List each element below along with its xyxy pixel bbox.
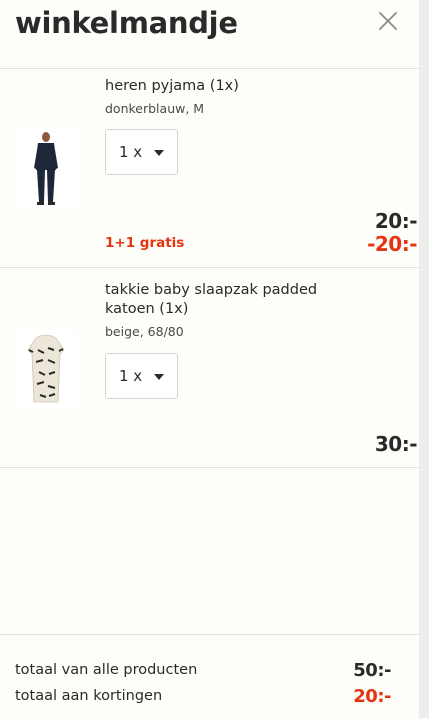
item-name[interactable]: takkie baby slaapzak padded katoen (1x) bbox=[105, 281, 355, 319]
discounts-total-value: 20:- bbox=[353, 686, 391, 707]
quantity-value: 1 x bbox=[119, 367, 143, 385]
discounts-total-label: totaal aan kortingen bbox=[15, 688, 163, 704]
item-price: 30:- bbox=[374, 432, 418, 456]
item-variant: beige, 68/80 bbox=[105, 324, 184, 339]
item-variant: donkerblauw, M bbox=[105, 101, 205, 116]
chevron-down-icon bbox=[154, 374, 164, 380]
products-total-label: totaal van alle producten bbox=[15, 662, 198, 678]
cart-item: heren pyjama (1x) donkerblauw, M 1 x 20:… bbox=[0, 68, 419, 268]
pyjama-image[interactable] bbox=[14, 128, 78, 208]
item-price: 20:- bbox=[374, 209, 418, 233]
sleeping-bag-image[interactable] bbox=[14, 330, 78, 410]
quantity-select[interactable]: 1 x bbox=[105, 353, 178, 399]
cart-title: winkelmandje bbox=[15, 6, 238, 40]
close-icon[interactable] bbox=[375, 8, 401, 34]
cart-panel: winkelmandje heren pyjama (1x) donkerbla… bbox=[0, 0, 419, 718]
cart-item: takkie baby slaapzak padded katoen (1x) … bbox=[0, 268, 419, 468]
promo-label: 1+1 gratis bbox=[105, 235, 185, 251]
cart-header: winkelmandje bbox=[0, 0, 419, 69]
scrollbar[interactable] bbox=[419, 0, 429, 718]
promo-price: -20:- bbox=[367, 232, 417, 256]
chevron-down-icon bbox=[154, 150, 164, 156]
products-total-value: 50:- bbox=[353, 660, 391, 681]
quantity-select[interactable]: 1 x bbox=[105, 129, 178, 175]
quantity-value: 1 x bbox=[119, 143, 143, 161]
item-name[interactable]: heren pyjama (1x) bbox=[105, 77, 355, 96]
cart-totals: totaal van alle producten 50:- totaal aa… bbox=[0, 634, 419, 719]
